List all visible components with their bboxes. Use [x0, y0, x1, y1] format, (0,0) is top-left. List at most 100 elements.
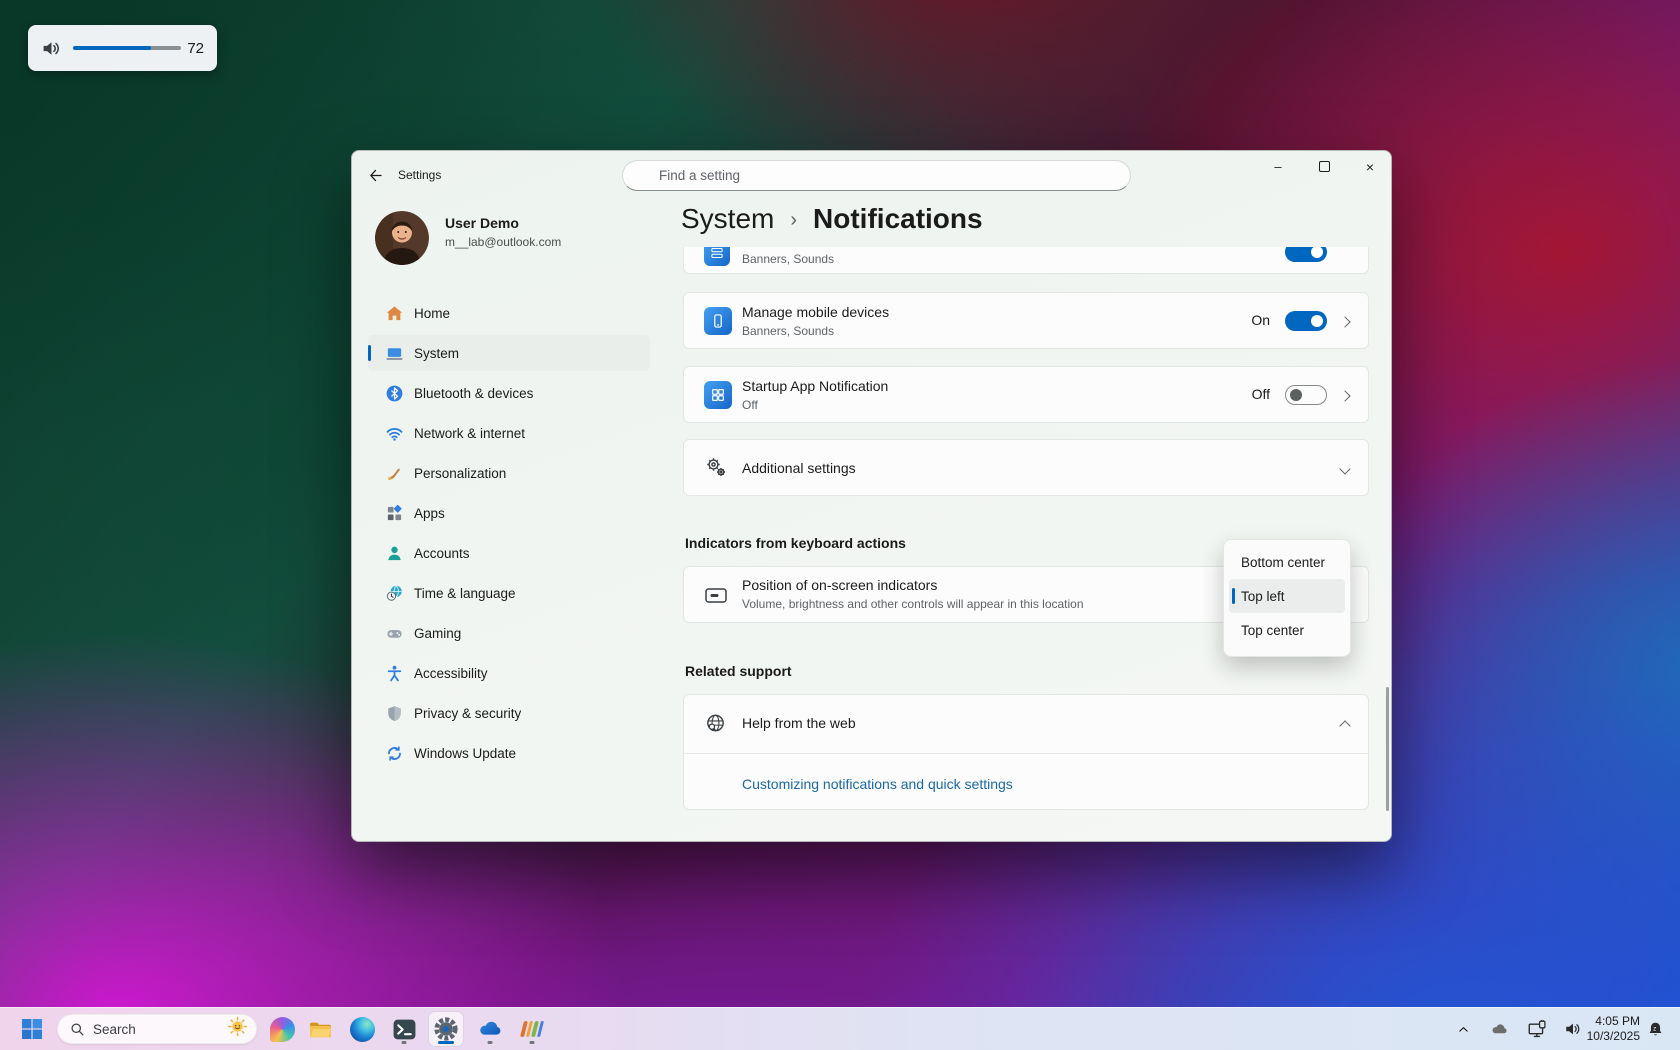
chevron-down-icon: [1338, 462, 1352, 476]
selected-indicator: [368, 345, 371, 361]
settings-button[interactable]: [429, 1012, 463, 1046]
dropdown-item-top-left[interactable]: Top left: [1229, 579, 1345, 613]
tray-date: 10/3/2025: [1582, 1029, 1640, 1044]
home-icon: [384, 303, 404, 323]
sidebar-item-accounts[interactable]: Accounts: [368, 535, 650, 571]
dropdown-item-label: Top center: [1241, 623, 1304, 638]
row-title: Startup App Notification: [742, 378, 888, 394]
notification-bell-icon: z: [1647, 1021, 1664, 1038]
sidebar-item-privacy-security[interactable]: Privacy & security: [368, 695, 650, 731]
person-icon: [384, 543, 404, 563]
avatar-image: [375, 211, 429, 265]
running-indicator: [488, 1041, 493, 1044]
maximize-button[interactable]: [1301, 151, 1347, 182]
manage-mobile-devices-row[interactable]: Manage mobile devices Banners, Sounds On: [683, 292, 1369, 349]
toggle-off[interactable]: [1285, 385, 1327, 405]
color-bars-app-button[interactable]: [515, 1012, 549, 1046]
startup-app-icon: [704, 381, 732, 409]
help-from-web-row[interactable]: Help from the web: [684, 695, 1368, 753]
clock[interactable]: 4:05 PM 10/3/2025: [1582, 1014, 1640, 1044]
row-title: Manage mobile devices: [742, 304, 889, 320]
onedrive-icon: [477, 1016, 504, 1043]
breadcrumb-parent[interactable]: System: [681, 203, 774, 235]
row-title: Position of on-screen indicators: [742, 577, 937, 593]
wifi-icon: [384, 423, 404, 443]
bluetooth-icon: [384, 383, 404, 403]
close-button[interactable]: ×: [1347, 151, 1392, 182]
user-email: m__lab@outlook.com: [445, 235, 561, 249]
sidebar-item-system[interactable]: System: [368, 335, 650, 371]
search-icon: [70, 1022, 85, 1037]
toggle-on[interactable]: [1285, 311, 1327, 331]
row-title: Help from the web: [742, 715, 856, 731]
sidebar-item-network-internet[interactable]: Network & internet: [368, 415, 650, 451]
network-status-button[interactable]: [1522, 1012, 1552, 1046]
accessibility-icon: [384, 663, 404, 683]
additional-settings-row[interactable]: Additional settings: [683, 439, 1369, 496]
customizing-notifications-link[interactable]: Customizing notifications and quick sett…: [742, 776, 1013, 792]
sidebar-item-label: Personalization: [414, 466, 506, 481]
row-subtitle: Banners, Sounds: [742, 324, 834, 338]
windows-logo-icon: [20, 1017, 44, 1041]
copilot-button[interactable]: [265, 1012, 299, 1046]
tray-overflow-button[interactable]: [1448, 1012, 1478, 1046]
onedrive-button[interactable]: [473, 1012, 507, 1046]
edge-icon: [350, 1017, 375, 1042]
toggle-knob: [1311, 315, 1323, 327]
paintbrush-icon: [384, 463, 404, 483]
sidebar-item-label: Network & internet: [414, 426, 525, 441]
sidebar-item-time-language[interactable]: Time & language: [368, 575, 650, 611]
sidebar-item-gaming[interactable]: Gaming: [368, 615, 650, 651]
minimize-button[interactable]: –: [1255, 151, 1301, 182]
toggle-on[interactable]: [1285, 247, 1327, 262]
system-icon: [384, 343, 404, 363]
start-button[interactable]: [15, 1012, 49, 1046]
sidebar-item-label: Accounts: [414, 546, 470, 561]
terminal-button[interactable]: [387, 1012, 421, 1046]
dropdown-item-bottom-center[interactable]: Bottom center: [1224, 545, 1350, 579]
toggle-state-label: Off: [1252, 386, 1270, 402]
sidebar-item-accessibility[interactable]: Accessibility: [368, 655, 650, 691]
copilot-icon: [270, 1017, 295, 1042]
sidebar-item-windows-update[interactable]: Windows Update: [368, 735, 650, 771]
toggle-knob: [1290, 389, 1302, 401]
sidebar-item-bluetooth-devices[interactable]: Bluetooth & devices: [368, 375, 650, 411]
chevron-up-icon: [1338, 719, 1352, 733]
dropdown-item-top-center[interactable]: Top center: [1224, 613, 1350, 647]
svg-text:z: z: [1653, 1026, 1656, 1032]
chevron-up-icon: [1457, 1023, 1470, 1036]
network-icon: [1528, 1020, 1547, 1039]
scrollbar-thumb[interactable]: [1386, 687, 1389, 811]
sidebar-item-label: Time & language: [414, 586, 516, 601]
notification-center-button[interactable]: z: [1642, 1012, 1668, 1046]
window-title: Settings: [398, 168, 441, 182]
row-subtitle: Volume, brightness and other controls wi…: [742, 597, 1084, 611]
avatar[interactable]: [375, 211, 429, 265]
notification-sender-row-partial[interactable]: Banners, Sounds: [683, 247, 1369, 274]
onedrive-status-icon: [1490, 1020, 1509, 1039]
gears-icon: [704, 456, 728, 485]
sidebar-item-home[interactable]: Home: [368, 295, 650, 331]
sidebar-item-apps[interactable]: Apps: [368, 495, 650, 531]
onedrive-status-button[interactable]: [1484, 1012, 1514, 1046]
sidebar-item-label: Windows Update: [414, 746, 516, 761]
edge-button[interactable]: [345, 1012, 379, 1046]
taskbar: Search: [0, 1007, 1680, 1050]
breadcrumb-separator-icon: ›: [790, 209, 797, 232]
row-subtitle: Off: [742, 398, 758, 412]
update-icon: [384, 743, 404, 763]
app-tile-icon: [704, 247, 730, 266]
toggle-state-label: On: [1251, 312, 1270, 328]
file-explorer-button[interactable]: [303, 1012, 337, 1046]
volume-value: 72: [187, 40, 204, 57]
sidebar-item-label: System: [414, 346, 459, 361]
sidebar-item-personalization[interactable]: Personalization: [368, 455, 650, 491]
find-setting-input[interactable]: [622, 160, 1131, 191]
settings-gear-icon: [433, 1016, 459, 1042]
startup-app-notification-row[interactable]: Startup App Notification Off Off: [683, 366, 1369, 423]
help-from-web-card: Help from the web Customizing notificati…: [683, 694, 1369, 810]
taskbar-search[interactable]: Search: [57, 1014, 257, 1044]
weather-sun-icon: [227, 1016, 248, 1042]
back-arrow-icon: [367, 167, 384, 184]
back-button[interactable]: [360, 162, 390, 188]
